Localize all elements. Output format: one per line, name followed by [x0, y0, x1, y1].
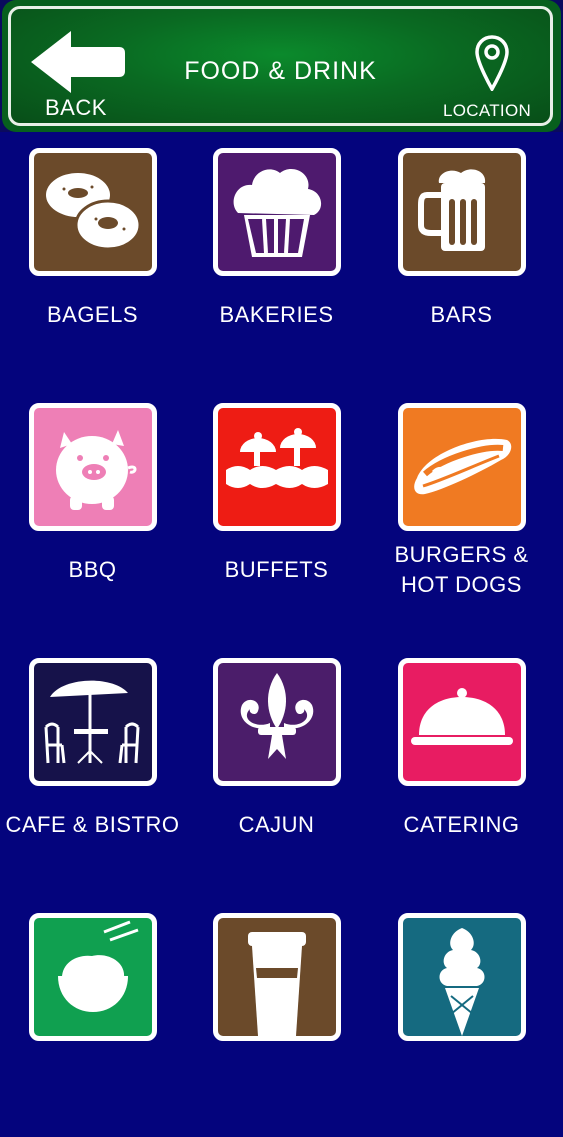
category-desserts[interactable] — [369, 897, 554, 1137]
muffin-icon — [213, 148, 341, 276]
bagels-icon — [29, 148, 157, 276]
category-label-line-1: BURGERS & — [394, 542, 529, 567]
category-cafe-bistro[interactable]: CAFE & BISTRO — [0, 642, 185, 882]
location-label: LOCATION — [443, 101, 532, 120]
category-label: BARS — [430, 302, 493, 327]
coffee-cup-icon — [213, 913, 341, 1041]
category-label: CAFE & BISTRO — [5, 812, 180, 837]
category-label: BAKERIES — [219, 302, 334, 327]
category-coffee[interactable] — [184, 897, 369, 1137]
location-pin-icon — [475, 35, 509, 91]
header-sign: BACK FOOD & DRINK LOCATION — [8, 6, 553, 126]
category-cajun[interactable]: CAJUN — [184, 642, 369, 882]
category-label: BUFFETS — [224, 557, 329, 582]
category-label: BURGERS & HOT DOGS — [359, 540, 563, 600]
buffet-icon — [213, 403, 341, 531]
category-catering[interactable]: CATERING — [369, 642, 554, 882]
category-bbq[interactable]: BBQ — [0, 387, 185, 627]
category-bakeries[interactable]: BAKERIES — [184, 132, 369, 372]
category-asian[interactable] — [0, 897, 185, 1137]
header-bar: BACK FOOD & DRINK LOCATION — [0, 0, 563, 132]
cafe-table-icon — [29, 658, 157, 786]
fleur-de-lis-icon — [213, 658, 341, 786]
category-buffets[interactable]: BUFFETS — [184, 387, 369, 627]
category-bars[interactable]: BARS — [369, 132, 554, 372]
rice-bowl-icon — [29, 913, 157, 1041]
location-button[interactable]: LOCATION — [437, 31, 547, 127]
category-label: BAGELS — [46, 302, 139, 327]
category-label-line-2: HOT DOGS — [401, 572, 522, 597]
category-label: CAJUN — [238, 812, 315, 837]
category-bagels[interactable]: BAGELS — [0, 132, 185, 372]
beer-mug-icon — [398, 148, 526, 276]
cloche-icon — [398, 658, 526, 786]
ice-cream-icon — [398, 913, 526, 1041]
pig-icon — [29, 403, 157, 531]
back-label: BACK — [45, 95, 107, 120]
hot-dog-icon — [398, 403, 526, 531]
category-burgers-hot-dogs[interactable]: BURGERS & HOT DOGS — [369, 387, 554, 627]
category-label: BBQ — [68, 557, 117, 582]
category-label: CATERING — [403, 812, 520, 837]
